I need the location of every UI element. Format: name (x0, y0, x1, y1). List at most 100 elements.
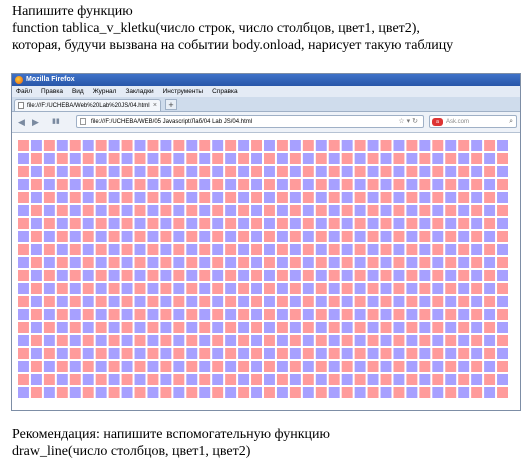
table-cell (458, 335, 470, 346)
table-cell (173, 244, 185, 255)
table-cell (264, 335, 275, 346)
table-cell (160, 192, 172, 203)
table-cell (251, 322, 262, 333)
table-cell (82, 244, 94, 255)
table-cell (251, 192, 262, 203)
table-cell (471, 309, 483, 320)
table-cell (225, 283, 237, 294)
table-cell (251, 140, 262, 151)
table-cell (238, 231, 250, 242)
reload-icon[interactable]: ↻ (412, 118, 420, 125)
recommendation-line-1: Рекомендация: напишите вспомогательную ф… (12, 427, 331, 442)
table-cell (69, 153, 81, 164)
table-cell (432, 348, 444, 359)
table-cell (82, 205, 94, 216)
new-tab-icon[interactable]: + (165, 99, 177, 110)
table-cell (406, 205, 418, 216)
url-input[interactable]: file:///F:/UCHEBA/WEB/05 Javascript/Лаб/… (76, 115, 424, 128)
table-cell (432, 387, 444, 398)
back-icon[interactable]: ◀ (18, 116, 25, 128)
table-cell (147, 348, 159, 359)
table-cell (419, 322, 431, 333)
table-cell (393, 387, 405, 398)
table-cell (406, 309, 418, 320)
table-cell (121, 322, 133, 333)
tab-active[interactable]: file:///F:/UCHEBA/Web%20Lab%20JS/04.html… (14, 99, 161, 111)
table-cell (471, 192, 483, 203)
table-cell (69, 231, 81, 242)
table-cell (121, 348, 133, 359)
table-cell (121, 387, 133, 398)
table-cell (225, 257, 237, 268)
table-cell (147, 166, 159, 177)
table-cell (30, 387, 42, 398)
table-cell (147, 374, 159, 385)
close-icon[interactable]: × (153, 100, 157, 112)
menu-item-bookmarks[interactable]: Закладки (125, 86, 153, 97)
table-cell (43, 348, 55, 359)
table-cell (367, 218, 379, 229)
table-cell (276, 387, 288, 398)
menu-item-help[interactable]: Справка (212, 86, 238, 97)
table-cell (147, 309, 159, 320)
page-icon (80, 118, 86, 125)
table-cell (108, 244, 120, 255)
task-description: Напишите функцию function tablica_v_klet… (12, 3, 524, 54)
table-cell (134, 218, 146, 229)
table-cell (160, 309, 172, 320)
table-cell (315, 270, 327, 281)
table-cell (289, 283, 301, 294)
forward-icon[interactable]: ▶ (32, 116, 39, 128)
menu-item-history[interactable]: Журнал (93, 86, 117, 97)
table-cell (380, 361, 392, 372)
table-cell (445, 387, 457, 398)
menu-item-edit[interactable]: Правка (41, 86, 63, 97)
table-cell (315, 335, 327, 346)
table-cell (134, 153, 146, 164)
table-cell (276, 166, 288, 177)
star-icon[interactable]: ☆ (398, 118, 406, 125)
table-cell (445, 374, 457, 385)
table-cell (147, 205, 159, 216)
search-icon[interactable]: ⌕ (509, 116, 513, 128)
menu-item-tools[interactable]: Инструменты (163, 86, 204, 97)
table-cell (30, 231, 42, 242)
table-cell (56, 231, 68, 242)
menu-item-view[interactable]: Вид (72, 86, 84, 97)
table-cell (393, 361, 405, 372)
table-cell (173, 218, 185, 229)
table-cell (497, 270, 508, 281)
table-cell (82, 153, 94, 164)
table-cell (367, 348, 379, 359)
table-cell (393, 309, 405, 320)
bookmark-toolbar-icon[interactable]: ▮▮ (52, 116, 60, 128)
table-cell (18, 244, 29, 255)
table-cell (186, 179, 198, 190)
page-icon (18, 102, 24, 109)
table-cell (160, 205, 172, 216)
table-cell (419, 335, 431, 346)
table-cell (30, 257, 42, 268)
table-cell (186, 166, 198, 177)
table-cell (289, 309, 301, 320)
table-cell (419, 387, 431, 398)
table-cell (251, 335, 262, 346)
table-cell (82, 231, 94, 242)
table-cell (238, 335, 250, 346)
table-cell (264, 205, 275, 216)
table-cell (173, 166, 185, 177)
search-input[interactable]: a Ask.com ⌕ (429, 115, 517, 128)
table-cell (289, 348, 301, 359)
table-cell (289, 192, 301, 203)
table-cell (341, 153, 353, 164)
table-cell (484, 192, 496, 203)
table-cell (199, 335, 211, 346)
table-cell (147, 179, 159, 190)
menu-item-file[interactable]: Файл (16, 86, 32, 97)
table-cell (367, 322, 379, 333)
table-cell (30, 374, 42, 385)
table-cell (484, 348, 496, 359)
search-placeholder: Ask.com (446, 119, 470, 125)
table-cell (406, 374, 418, 385)
table-cell (95, 257, 107, 268)
